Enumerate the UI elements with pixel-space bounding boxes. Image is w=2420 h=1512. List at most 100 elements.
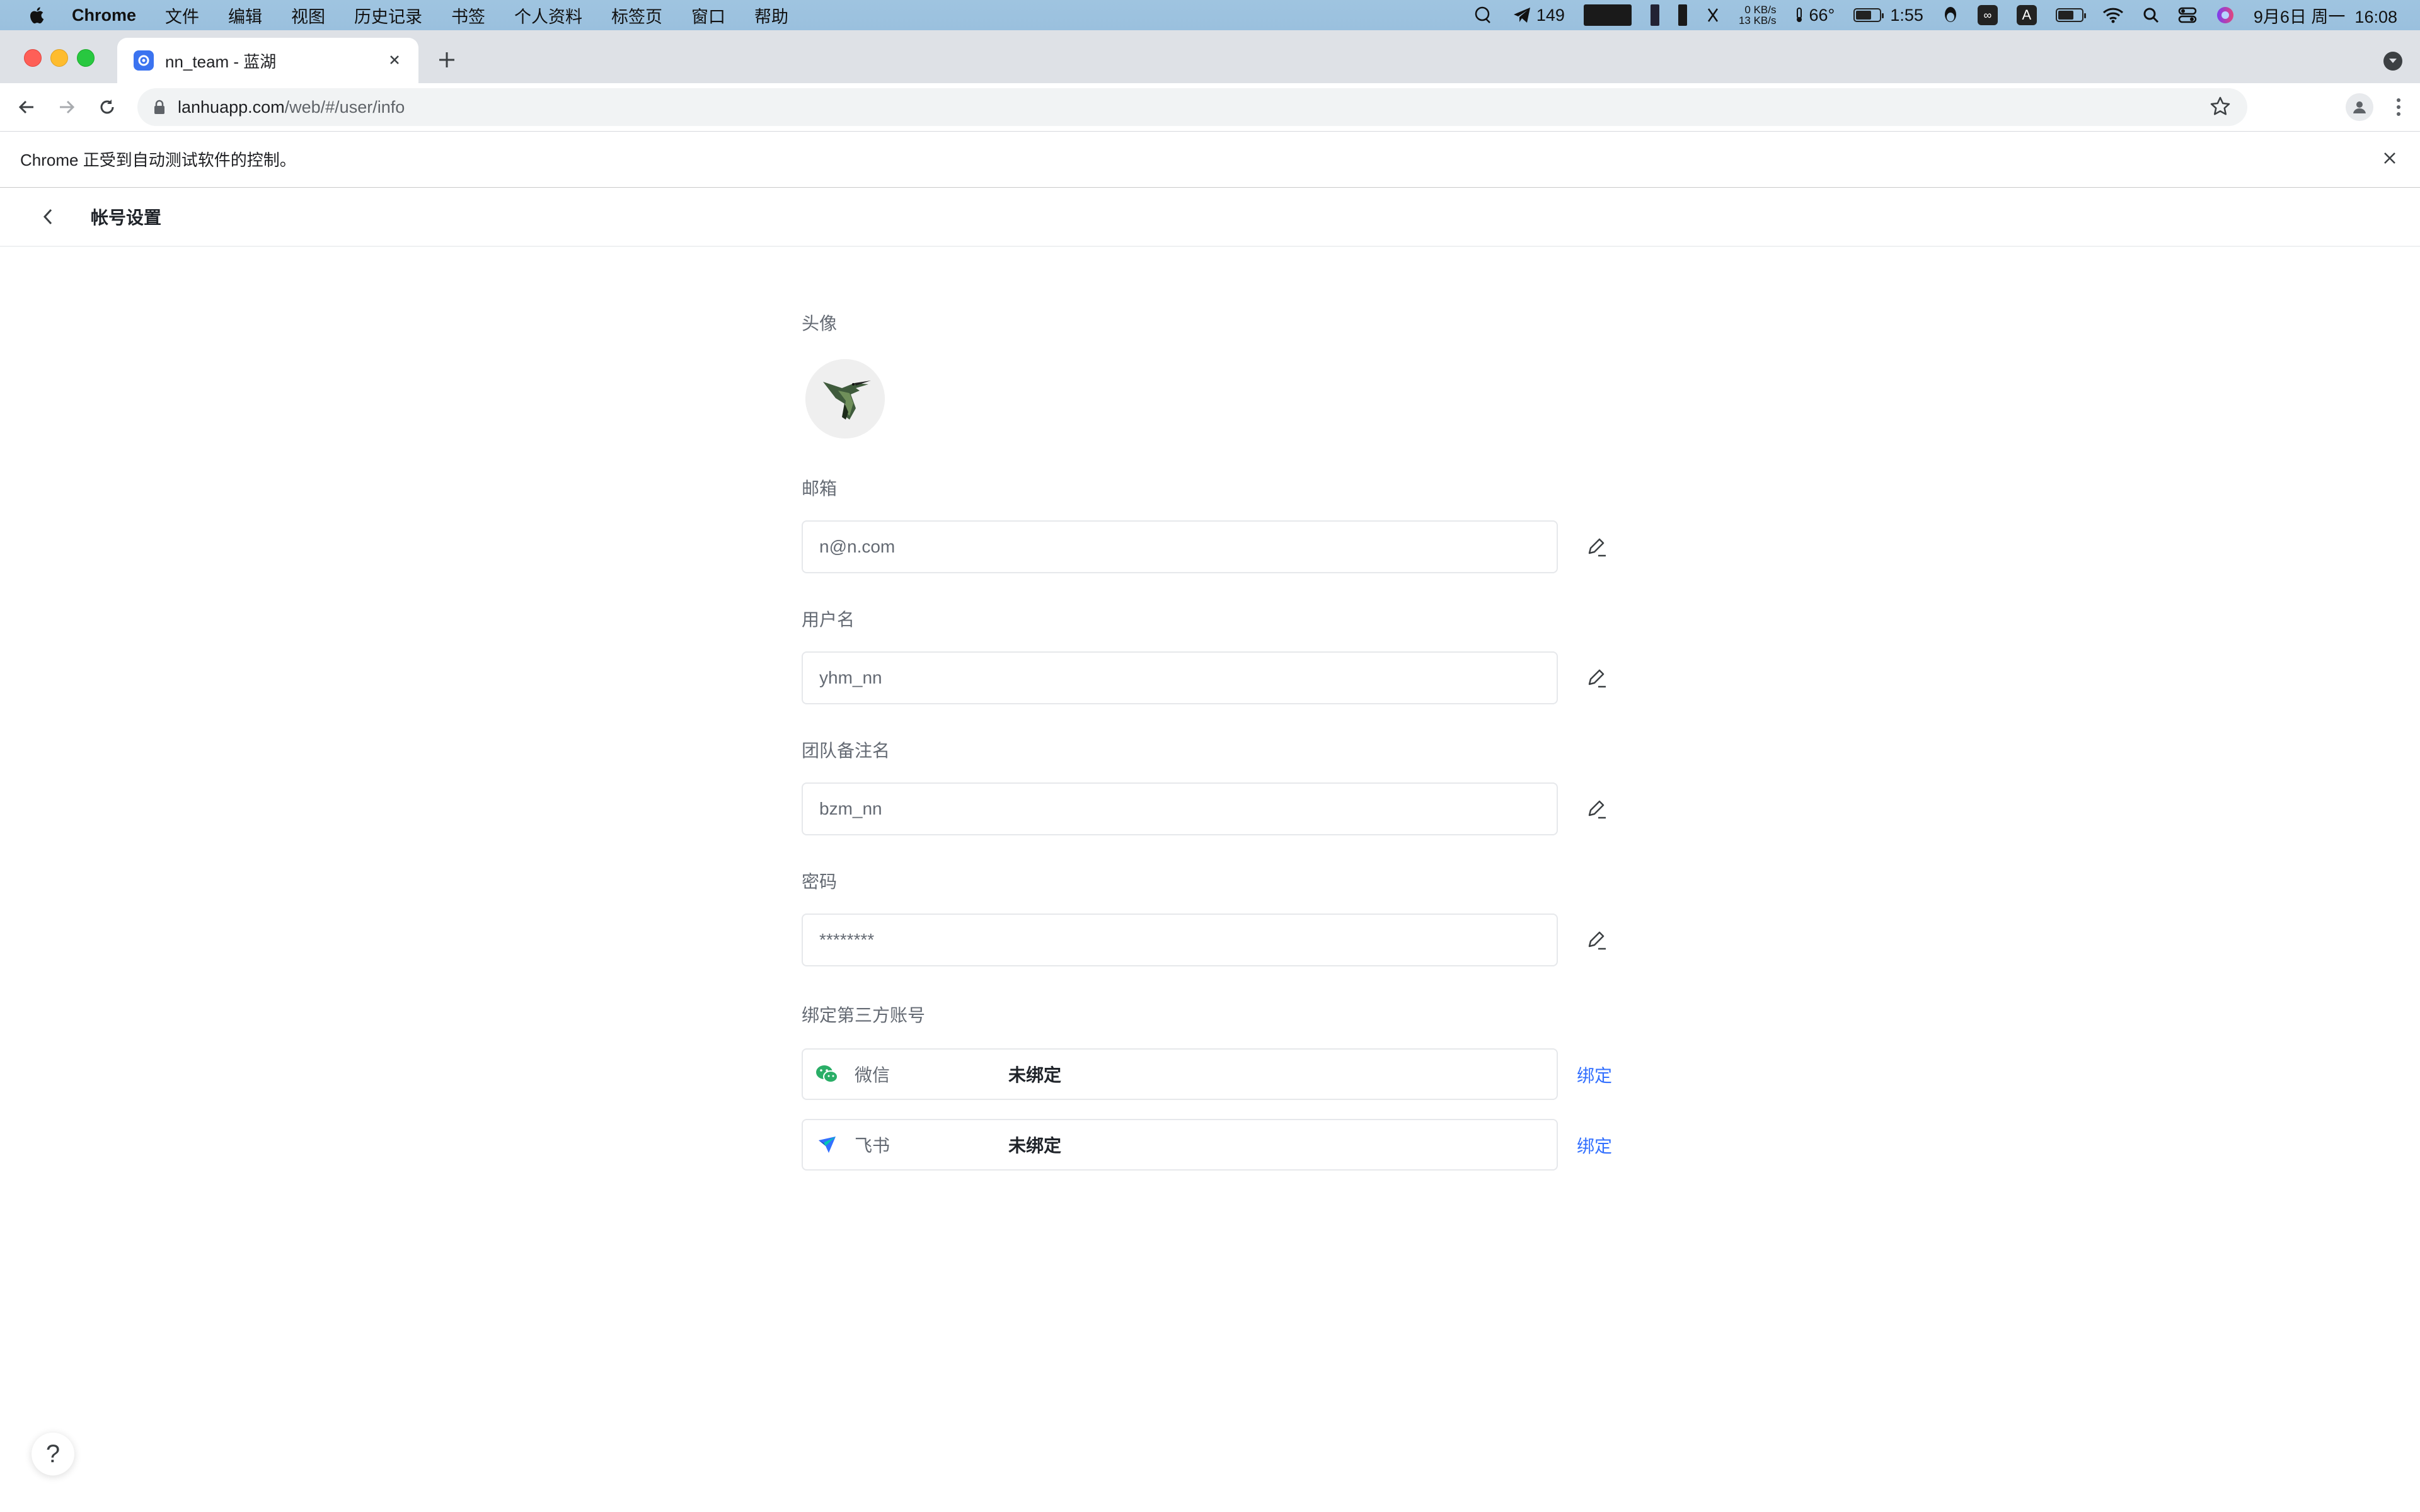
spotlight-search-icon[interactable] bbox=[2143, 7, 2159, 23]
window-minimize-button[interactable] bbox=[50, 49, 68, 67]
username-field[interactable]: yhm_nn bbox=[802, 651, 1558, 704]
automation-notice: Chrome 正受到自动测试软件的控制。 bbox=[20, 151, 296, 169]
telegram-count: 149 bbox=[1536, 5, 1565, 25]
infobar-close-icon[interactable] bbox=[2382, 147, 2397, 171]
menu-window[interactable]: 窗口 bbox=[691, 3, 725, 28]
network-download: 13 KB/s bbox=[1738, 14, 1777, 26]
wechat-bind-link[interactable]: 绑定 bbox=[1577, 1062, 1612, 1087]
menu-bookmarks[interactable]: 书签 bbox=[451, 3, 485, 28]
wechat-icon bbox=[814, 1064, 839, 1084]
macos-menubar: Chrome 文件 编辑 视图 历史记录 书签 个人资料 标签页 窗口 帮助 1… bbox=[0, 0, 2420, 30]
pencil-icon bbox=[1588, 931, 1606, 950]
feishu-status: 未绑定 bbox=[1008, 1136, 1062, 1155]
menubar-app-name[interactable]: Chrome bbox=[72, 6, 136, 25]
edit-username-button[interactable] bbox=[1578, 659, 1616, 697]
fan-icon[interactable] bbox=[1706, 6, 1720, 24]
pencil-icon bbox=[1588, 800, 1606, 819]
temperature-readout[interactable]: 66° bbox=[1795, 6, 1835, 25]
tab-close-icon[interactable] bbox=[384, 50, 405, 71]
wifi-icon[interactable] bbox=[2102, 7, 2124, 23]
url-text: lanhuapp.com/web/#/user/info bbox=[178, 98, 405, 117]
password-field[interactable]: ******** bbox=[802, 914, 1558, 966]
back-arrow-icon[interactable] bbox=[13, 93, 40, 121]
browser-toolbar: lanhuapp.com/web/#/user/info bbox=[0, 83, 2420, 132]
avatar[interactable] bbox=[805, 359, 885, 438]
email-field[interactable]: n@n.com bbox=[802, 520, 1558, 573]
chat-bubble-icon[interactable] bbox=[1473, 5, 1494, 25]
team-alias-label: 团队备注名 bbox=[802, 741, 890, 760]
battery-status-icon[interactable] bbox=[2055, 8, 2086, 22]
memory-gauge-icon[interactable] bbox=[1650, 4, 1659, 26]
url-host: lanhuapp.com bbox=[178, 97, 285, 117]
feishu-bind-row: 飞书 未绑定 bbox=[802, 1119, 1558, 1171]
menu-tabs[interactable]: 标签页 bbox=[611, 3, 662, 28]
network-upload: 0 KB/s bbox=[1744, 4, 1777, 16]
team-alias-value: bzm_nn bbox=[819, 799, 882, 818]
browser-tab-strip: nn_team - 蓝湖 bbox=[0, 30, 2420, 83]
cpu-graph-icon[interactable] bbox=[1583, 4, 1632, 26]
menu-view[interactable]: 视图 bbox=[291, 3, 325, 28]
bookmark-star-icon[interactable] bbox=[2210, 96, 2231, 120]
menubar-status-area: 149 0 KB/s 13 KB/s 66° 1:55 ∞ A 9月6日 周一 … bbox=[1473, 0, 2397, 30]
edit-team-alias-button[interactable] bbox=[1578, 790, 1616, 828]
page-header: 帐号设置 bbox=[0, 188, 2420, 247]
infinity-icon[interactable]: ∞ bbox=[1977, 5, 1998, 25]
qq-penguin-icon[interactable] bbox=[1942, 6, 1959, 25]
menu-file[interactable]: 文件 bbox=[165, 3, 199, 28]
address-bar[interactable]: lanhuapp.com/web/#/user/info bbox=[137, 88, 2247, 126]
pencil-icon bbox=[1588, 538, 1606, 557]
email-label: 邮箱 bbox=[802, 479, 838, 498]
forward-arrow-icon[interactable] bbox=[53, 93, 81, 121]
menu-help[interactable]: 帮助 bbox=[754, 3, 788, 28]
battery-time: 1:55 bbox=[1890, 5, 1923, 25]
browser-tab-active[interactable]: nn_team - 蓝湖 bbox=[117, 38, 418, 83]
edit-password-button[interactable] bbox=[1578, 921, 1616, 959]
control-center-icon[interactable] bbox=[2178, 7, 2197, 23]
wechat-bind-row: 微信 未绑定 bbox=[802, 1048, 1558, 1100]
menu-profile[interactable]: 个人资料 bbox=[514, 3, 582, 28]
disk-gauge-icon[interactable] bbox=[1678, 4, 1687, 26]
page-title: 帐号设置 bbox=[91, 208, 162, 227]
feishu-icon bbox=[814, 1134, 839, 1155]
username-value: yhm_nn bbox=[819, 668, 882, 687]
lanhu-favicon-icon bbox=[134, 50, 154, 71]
menu-history[interactable]: 历史记录 bbox=[354, 3, 422, 28]
hummingbird-avatar-image bbox=[805, 359, 885, 438]
edit-email-button[interactable] bbox=[1578, 528, 1616, 566]
password-label: 密码 bbox=[802, 872, 838, 891]
tab-search-icon[interactable] bbox=[2383, 52, 2402, 71]
feishu-bind-link[interactable]: 绑定 bbox=[1577, 1133, 1612, 1158]
wechat-status: 未绑定 bbox=[1008, 1065, 1062, 1085]
email-value: n@n.com bbox=[819, 537, 896, 556]
window-zoom-button[interactable] bbox=[77, 49, 95, 67]
feishu-name: 飞书 bbox=[855, 1136, 890, 1155]
wechat-name: 微信 bbox=[855, 1065, 890, 1085]
siri-icon[interactable] bbox=[2216, 6, 2235, 25]
url-path: /web/#/user/info bbox=[284, 97, 405, 117]
avatar-label: 头像 bbox=[802, 314, 838, 333]
menu-edit[interactable]: 编辑 bbox=[228, 3, 262, 28]
input-source-icon[interactable]: A bbox=[2016, 5, 2037, 25]
help-question-icon: ? bbox=[45, 1440, 60, 1468]
battery-icon[interactable]: 1:55 bbox=[1853, 6, 1923, 25]
password-value: ******** bbox=[819, 930, 875, 949]
temperature-value: 66° bbox=[1809, 5, 1835, 25]
pencil-icon bbox=[1588, 669, 1606, 688]
page-back-chevron-icon[interactable] bbox=[35, 204, 60, 229]
tab-title: nn_team - 蓝湖 bbox=[165, 52, 277, 71]
network-speed[interactable]: 0 KB/s 13 KB/s bbox=[1739, 4, 1777, 26]
help-button[interactable]: ? bbox=[32, 1433, 74, 1475]
team-alias-field[interactable]: bzm_nn bbox=[802, 782, 1558, 835]
reload-icon[interactable] bbox=[93, 93, 121, 121]
apple-icon[interactable] bbox=[25, 5, 50, 25]
menubar-clock[interactable]: 9月6日 周一 16:08 bbox=[2254, 3, 2397, 28]
username-label: 用户名 bbox=[802, 610, 855, 629]
third-party-label: 绑定第三方账号 bbox=[802, 1005, 926, 1025]
browser-menu-icon[interactable] bbox=[2392, 94, 2405, 120]
window-close-button[interactable] bbox=[24, 49, 42, 67]
automation-infobar: Chrome 正受到自动测试软件的控制。 bbox=[0, 132, 2420, 188]
new-tab-button[interactable] bbox=[437, 47, 456, 74]
profile-avatar-icon[interactable] bbox=[2346, 93, 2373, 121]
telegram-icon[interactable]: 149 bbox=[1512, 6, 1565, 25]
lock-icon[interactable] bbox=[154, 100, 165, 115]
